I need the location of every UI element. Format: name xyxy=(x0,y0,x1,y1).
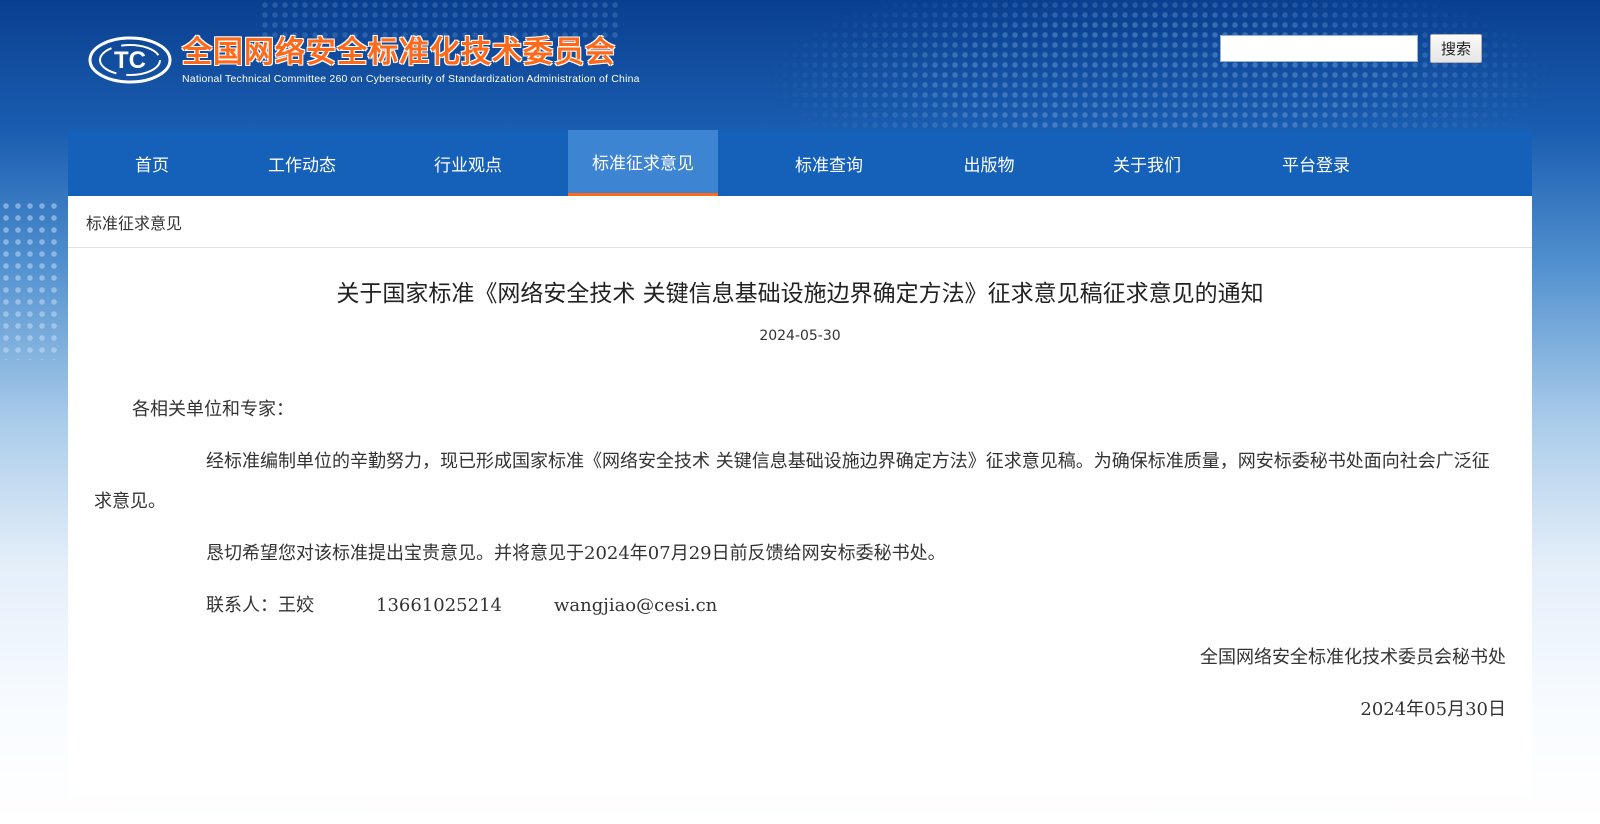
search-bar: 搜索 xyxy=(1220,34,1482,63)
article-date: 2024-05-30 xyxy=(759,328,841,344)
contact-email: wangjiao@cesi.cn xyxy=(553,595,718,616)
signature-date: 2024年05月30日 xyxy=(1360,699,1506,720)
article-paragraph: 恳切希望您对该标准提出宝贵意见。并将意见于2024年07月29日前反馈给网安标委… xyxy=(206,543,946,564)
breadcrumb-item[interactable]: 标准征求意见 xyxy=(86,210,182,234)
contact-phone: 13661025214 xyxy=(376,595,502,616)
nav-item-publications[interactable]: 出版物 xyxy=(940,130,1038,196)
signature: 全国网络安全标准化技术委员会秘书处 xyxy=(1200,647,1506,668)
search-button[interactable]: 搜索 xyxy=(1430,34,1482,63)
logo-mark-text: TC xyxy=(114,47,146,74)
nav-item-industry-views[interactable]: 行业观点 xyxy=(368,130,568,196)
main-content: 标准征求意见 关于国家标准《网络安全技术 关键信息基础设施边界确定方法》征求意见… xyxy=(68,196,1532,796)
site-logo[interactable]: TC 全国网络安全标准化技术委员会 National Technical Com… xyxy=(86,30,640,90)
site-title: 全国网络安全标准化技术委员会 xyxy=(182,34,616,70)
article-greeting: 各相关单位和专家： xyxy=(132,399,294,420)
article-paragraph: 经标准编制单位的辛勤努力，现已形成国家标准《网络安全技术 关键信息基础设施边界确… xyxy=(94,451,1490,512)
nav-item-standard-query[interactable]: 标准查询 xyxy=(718,130,940,196)
main-nav: 首页 工作动态 行业观点 标准征求意见 标准查询 出版物 关于我们 平台登录 xyxy=(68,130,1532,196)
nav-item-about-us[interactable]: 关于我们 xyxy=(1038,130,1256,196)
nav-item-home[interactable]: 首页 xyxy=(68,130,236,196)
contact-person: 联系人：王姣 xyxy=(206,595,314,616)
site-subtitle: National Technical Committee 260 on Cybe… xyxy=(182,72,640,85)
search-input[interactable] xyxy=(1220,35,1418,62)
article-title: 关于国家标准《网络安全技术 关键信息基础设施边界确定方法》征求意见稿征求意见的通… xyxy=(336,281,1264,307)
dot-pattern-left xyxy=(0,200,60,360)
article-body: 各相关单位和专家： 经标准编制单位的辛勤努力，现已形成国家标准《网络安全技术 关… xyxy=(68,390,1532,730)
nav-item-standard-comments[interactable]: 标准征求意见 xyxy=(568,130,718,196)
nav-item-platform-login[interactable]: 平台登录 xyxy=(1256,130,1376,196)
contact-line: 联系人：王姣 13661025214 wangjiao@cesi.cn xyxy=(94,586,1506,626)
breadcrumb: 标准征求意见 xyxy=(68,196,1532,248)
nav-item-work-news[interactable]: 工作动态 xyxy=(236,130,368,196)
tc-logo-icon: TC xyxy=(88,36,172,84)
